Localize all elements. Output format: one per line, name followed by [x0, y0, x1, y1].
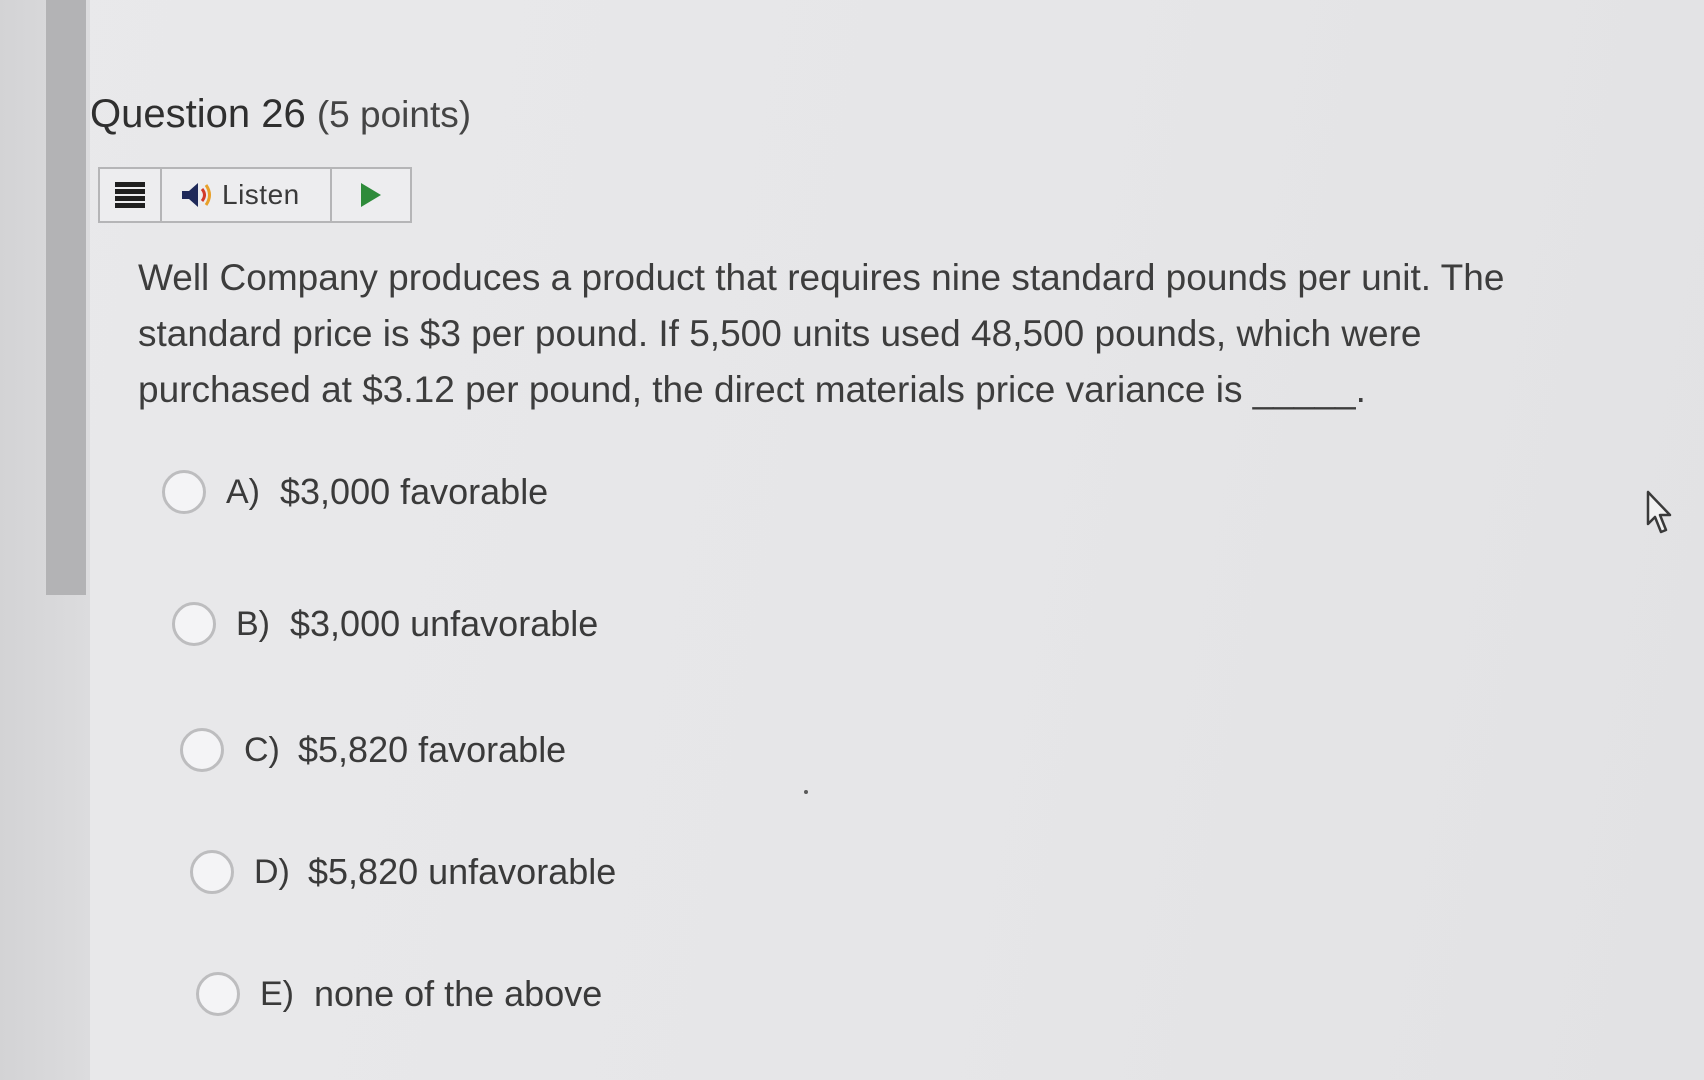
choice-text: none of the above	[314, 973, 603, 1014]
play-icon	[361, 183, 381, 207]
screen-speck	[804, 790, 808, 794]
choice-e[interactable]: E) none of the above	[196, 972, 602, 1016]
play-button[interactable]	[332, 169, 410, 221]
speaker-icon	[182, 183, 211, 207]
radio-button-e[interactable]	[196, 972, 240, 1016]
choice-a[interactable]: A) $3,000 favorable	[162, 470, 548, 514]
choice-text: $3,000 unfavorable	[290, 603, 599, 644]
choice-letter: A)	[226, 472, 260, 511]
listen-label: Listen	[222, 179, 300, 210]
question-points: (5 points)	[316, 94, 472, 135]
listen-button[interactable]: Listen	[162, 169, 332, 221]
readaloud-toolbar: Listen	[98, 167, 412, 223]
radio-button-a[interactable]	[162, 470, 206, 514]
hamburger-menu-icon	[115, 182, 145, 208]
choice-text: $3,000 favorable	[280, 471, 549, 512]
choice-d[interactable]: D) $5,820 unfavorable	[190, 850, 616, 894]
scroll-indicator[interactable]	[46, 0, 86, 595]
radio-button-b[interactable]	[172, 602, 216, 646]
choice-letter: E)	[260, 974, 294, 1013]
menu-button[interactable]	[100, 169, 162, 221]
left-sidebar	[0, 0, 90, 1080]
question-title: Question 26	[90, 92, 306, 136]
choice-letter: D)	[254, 852, 290, 891]
choice-b[interactable]: B) $3,000 unfavorable	[172, 602, 598, 646]
choice-c[interactable]: C) $5,820 favorable	[180, 728, 566, 772]
choice-text: $5,820 favorable	[298, 729, 567, 770]
choice-letter: B)	[236, 604, 270, 643]
question-text: Well Company produces a product that req…	[138, 257, 1505, 410]
mouse-cursor-icon	[1646, 490, 1672, 534]
quiz-page: Question 26 (5 points) Listen Well Compa…	[0, 0, 1704, 1080]
radio-button-d[interactable]	[190, 850, 234, 894]
radio-button-c[interactable]	[180, 728, 224, 772]
choice-text: $5,820 unfavorable	[308, 851, 617, 892]
question-header: Question 26 (5 points)	[90, 92, 471, 137]
choice-letter: C)	[244, 730, 280, 769]
